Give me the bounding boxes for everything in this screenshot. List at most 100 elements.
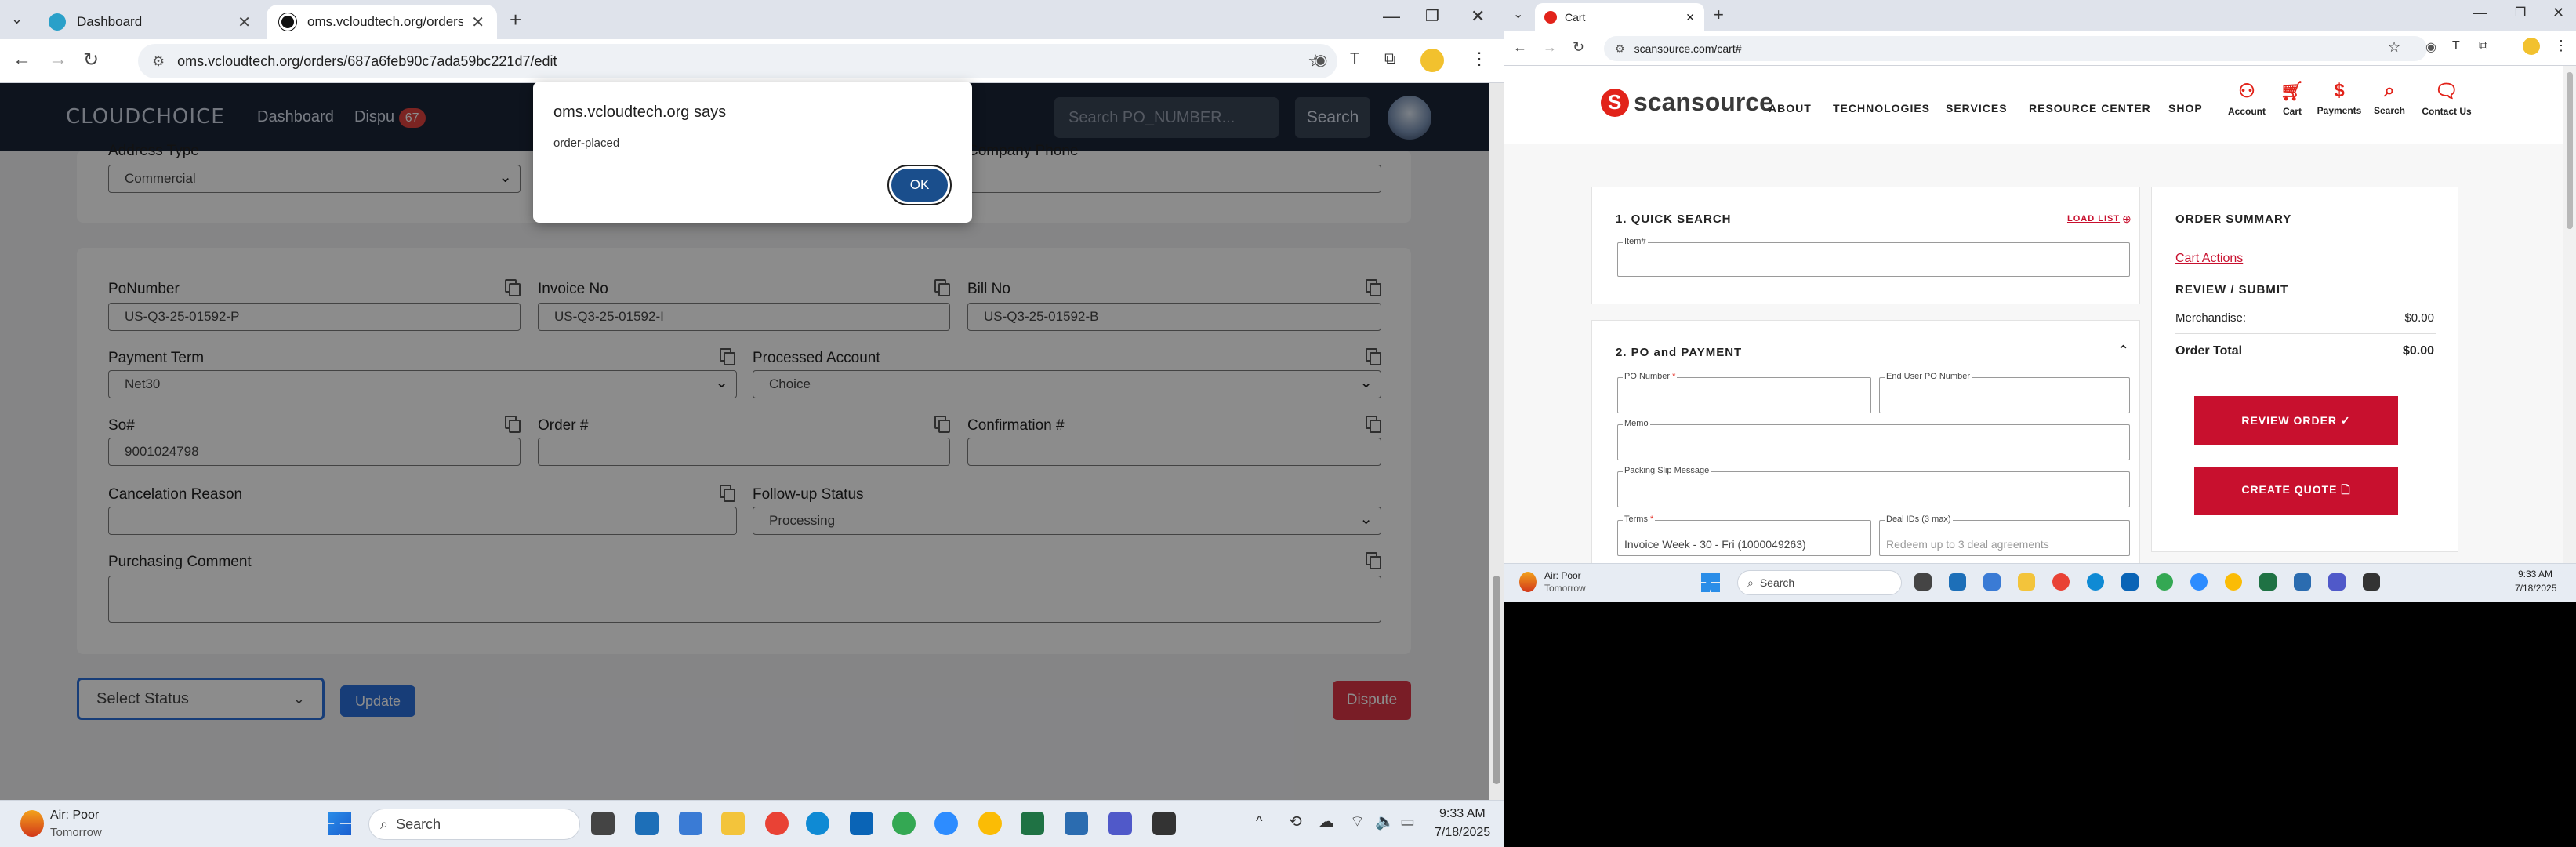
calculator-icon[interactable] — [1983, 573, 2001, 591]
bookmark-star-icon[interactable]: ☆ — [2388, 39, 2400, 56]
battery-icon[interactable]: ▭ — [1400, 812, 1415, 831]
url-bar[interactable]: ⚙ oms.vcloudtech.org/orders/687a6feb90c7… — [138, 44, 1337, 78]
close-tab-icon[interactable]: ✕ — [238, 13, 251, 32]
new-tab-icon[interactable]: + — [1714, 5, 1724, 25]
review-order-button[interactable]: REVIEW ORDER ✓ — [2194, 396, 2398, 445]
contact-us-link[interactable]: 🗨︎ Contact Us — [2418, 80, 2476, 117]
right-page-scrollbar[interactable] — [2563, 66, 2576, 563]
create-quote-button[interactable]: CREATE QUOTE 🗋 — [2194, 467, 2398, 515]
clock-date[interactable]: 7/18/2025 — [1435, 826, 1490, 840]
close-tab-icon[interactable]: ✕ — [1685, 11, 1695, 24]
extension-icon[interactable]: ◉ — [1314, 50, 1327, 70]
outlook-icon[interactable] — [850, 812, 873, 835]
weather-icon[interactable] — [1519, 572, 1537, 592]
excel-icon[interactable] — [2259, 573, 2277, 591]
sticky-notes-icon[interactable] — [2363, 573, 2380, 591]
cart-link[interactable]: 🛒︎ Cart — [2267, 80, 2317, 117]
nav-resource-center[interactable]: RESOURCE CENTER — [2029, 102, 2151, 115]
excel-icon[interactable] — [1021, 812, 1044, 835]
app-icon[interactable] — [2294, 573, 2311, 591]
app-icon[interactable] — [1065, 812, 1088, 835]
memo-textarea[interactable]: Memo — [1617, 419, 2130, 460]
clock-time[interactable]: 9:33 AM — [2518, 569, 2552, 580]
clock-time[interactable]: 9:33 AM — [1439, 807, 1486, 821]
packing-slip-textarea[interactable]: Packing Slip Message — [1617, 466, 2130, 507]
tab-search-icon[interactable]: ⌄ — [11, 11, 23, 27]
page-scrollbar[interactable] — [1489, 83, 1504, 800]
task-view-icon[interactable] — [1914, 573, 1932, 591]
close-window-icon[interactable]: ✕ — [2552, 5, 2564, 21]
task-view-icon[interactable] — [591, 812, 615, 835]
chrome-profile-icon[interactable] — [2156, 573, 2173, 591]
load-list-link[interactable]: LOAD LIST — [2067, 214, 2120, 224]
outlook-icon[interactable] — [2121, 573, 2139, 591]
scrollbar-thumb[interactable] — [1493, 576, 1500, 784]
chrome-alt-icon[interactable] — [978, 812, 1002, 835]
extensions-puzzle-icon[interactable]: ⧉ — [2479, 39, 2487, 53]
reload-icon[interactable]: ↻ — [1573, 39, 1584, 56]
calculator-icon[interactable] — [679, 812, 702, 835]
teams-icon[interactable] — [2328, 573, 2346, 591]
start-icon[interactable] — [1701, 573, 1720, 592]
clock-date[interactable]: 7/18/2025 — [2515, 583, 2556, 594]
site-info-icon[interactable]: ⚙ — [152, 53, 165, 70]
new-tab-icon[interactable]: + — [510, 8, 521, 32]
reading-mode-icon[interactable]: T — [1350, 50, 1359, 68]
weather-icon[interactable] — [20, 810, 44, 837]
profile-avatar[interactable] — [1420, 49, 1444, 72]
minimize-icon[interactable]: — — [1383, 6, 1400, 27]
chrome-icon[interactable] — [765, 812, 789, 835]
site-info-icon[interactable]: ⚙ — [1615, 42, 1625, 56]
nav-shop[interactable]: SHOP — [2168, 102, 2203, 115]
tab-order-edit[interactable]: oms.vcloudtech.org/orders/687 ✕ — [267, 5, 497, 39]
back-icon[interactable]: ← — [13, 49, 31, 71]
nav-technologies[interactable]: TECHNOLOGIES — [1833, 102, 1930, 115]
zoom-icon[interactable] — [934, 812, 958, 835]
close-window-icon[interactable]: ✕ — [1471, 6, 1485, 27]
end-user-po-input[interactable]: End User PO Number — [1879, 372, 2130, 413]
tab-cart[interactable]: Cart ✕ — [1535, 3, 1704, 31]
profile-avatar[interactable] — [2523, 38, 2540, 55]
weather-title[interactable]: Air: Poor — [1544, 570, 1581, 581]
chevron-up-icon[interactable]: ⌃ — [2117, 343, 2129, 359]
payments-link[interactable]: $ Payments — [2314, 80, 2364, 116]
edge-icon[interactable] — [2087, 573, 2104, 591]
weather-title[interactable]: Air: Poor — [50, 809, 99, 823]
file-explorer-icon[interactable] — [2018, 573, 2035, 591]
wifi-icon[interactable]: ⌔ — [1350, 812, 1365, 831]
maximize-icon[interactable]: ❐ — [2515, 5, 2526, 20]
teams-icon[interactable] — [1108, 812, 1132, 835]
zoom-icon[interactable] — [2190, 573, 2208, 591]
edge-icon[interactable] — [806, 812, 829, 835]
cart-actions-link[interactable]: Cart Actions — [2175, 252, 2243, 266]
browser-menu-icon[interactable]: ⋮ — [2554, 38, 2568, 54]
chrome-alt-icon[interactable] — [2225, 573, 2242, 591]
close-tab-icon[interactable]: ✕ — [471, 13, 484, 32]
chevron-up-icon[interactable]: ^ — [1256, 813, 1262, 830]
extensions-puzzle-icon[interactable]: ⧉ — [1384, 50, 1395, 68]
forward-icon[interactable]: → — [49, 49, 67, 71]
dialog-ok-button[interactable]: OK — [887, 165, 952, 205]
right-url-bar[interactable]: ⚙ scansource.com/cart# — [1604, 36, 2427, 61]
taskbar-search[interactable]: ⌕ Search — [1737, 570, 1902, 595]
tab-dashboard[interactable]: Dashboard ✕ — [36, 5, 263, 39]
taskbar-search[interactable]: ⌕ Search — [368, 809, 580, 840]
app-icon[interactable] — [635, 812, 659, 835]
deal-ids-input[interactable]: Deal IDs (3 max) Redeem up to 3 deal agr… — [1879, 514, 2130, 556]
search-link[interactable]: ⌕ Search — [2364, 80, 2415, 116]
cloud-icon[interactable]: ☁ — [1319, 812, 1334, 831]
browser-menu-icon[interactable]: ⋮ — [1471, 49, 1488, 69]
start-icon[interactable] — [328, 812, 351, 835]
po-number-input[interactable]: PO Number * — [1617, 372, 1871, 413]
terms-select[interactable]: Terms * Invoice Week - 30 - Fri (1000049… — [1617, 514, 1871, 556]
tab-search-icon[interactable]: ⌄ — [1513, 6, 1523, 22]
app-icon[interactable] — [1949, 573, 1966, 591]
maximize-icon[interactable]: ❐ — [1425, 6, 1439, 26]
scrollbar-thumb[interactable] — [2567, 72, 2573, 229]
account-link[interactable]: ⚇ Account — [2222, 80, 2272, 117]
reading-mode-icon[interactable]: T — [2452, 39, 2460, 53]
file-explorer-icon[interactable] — [721, 812, 745, 835]
volume-icon[interactable]: 🔈 — [1375, 812, 1395, 831]
chrome-profile-icon[interactable] — [892, 812, 916, 835]
sticky-notes-icon[interactable] — [1152, 812, 1176, 835]
